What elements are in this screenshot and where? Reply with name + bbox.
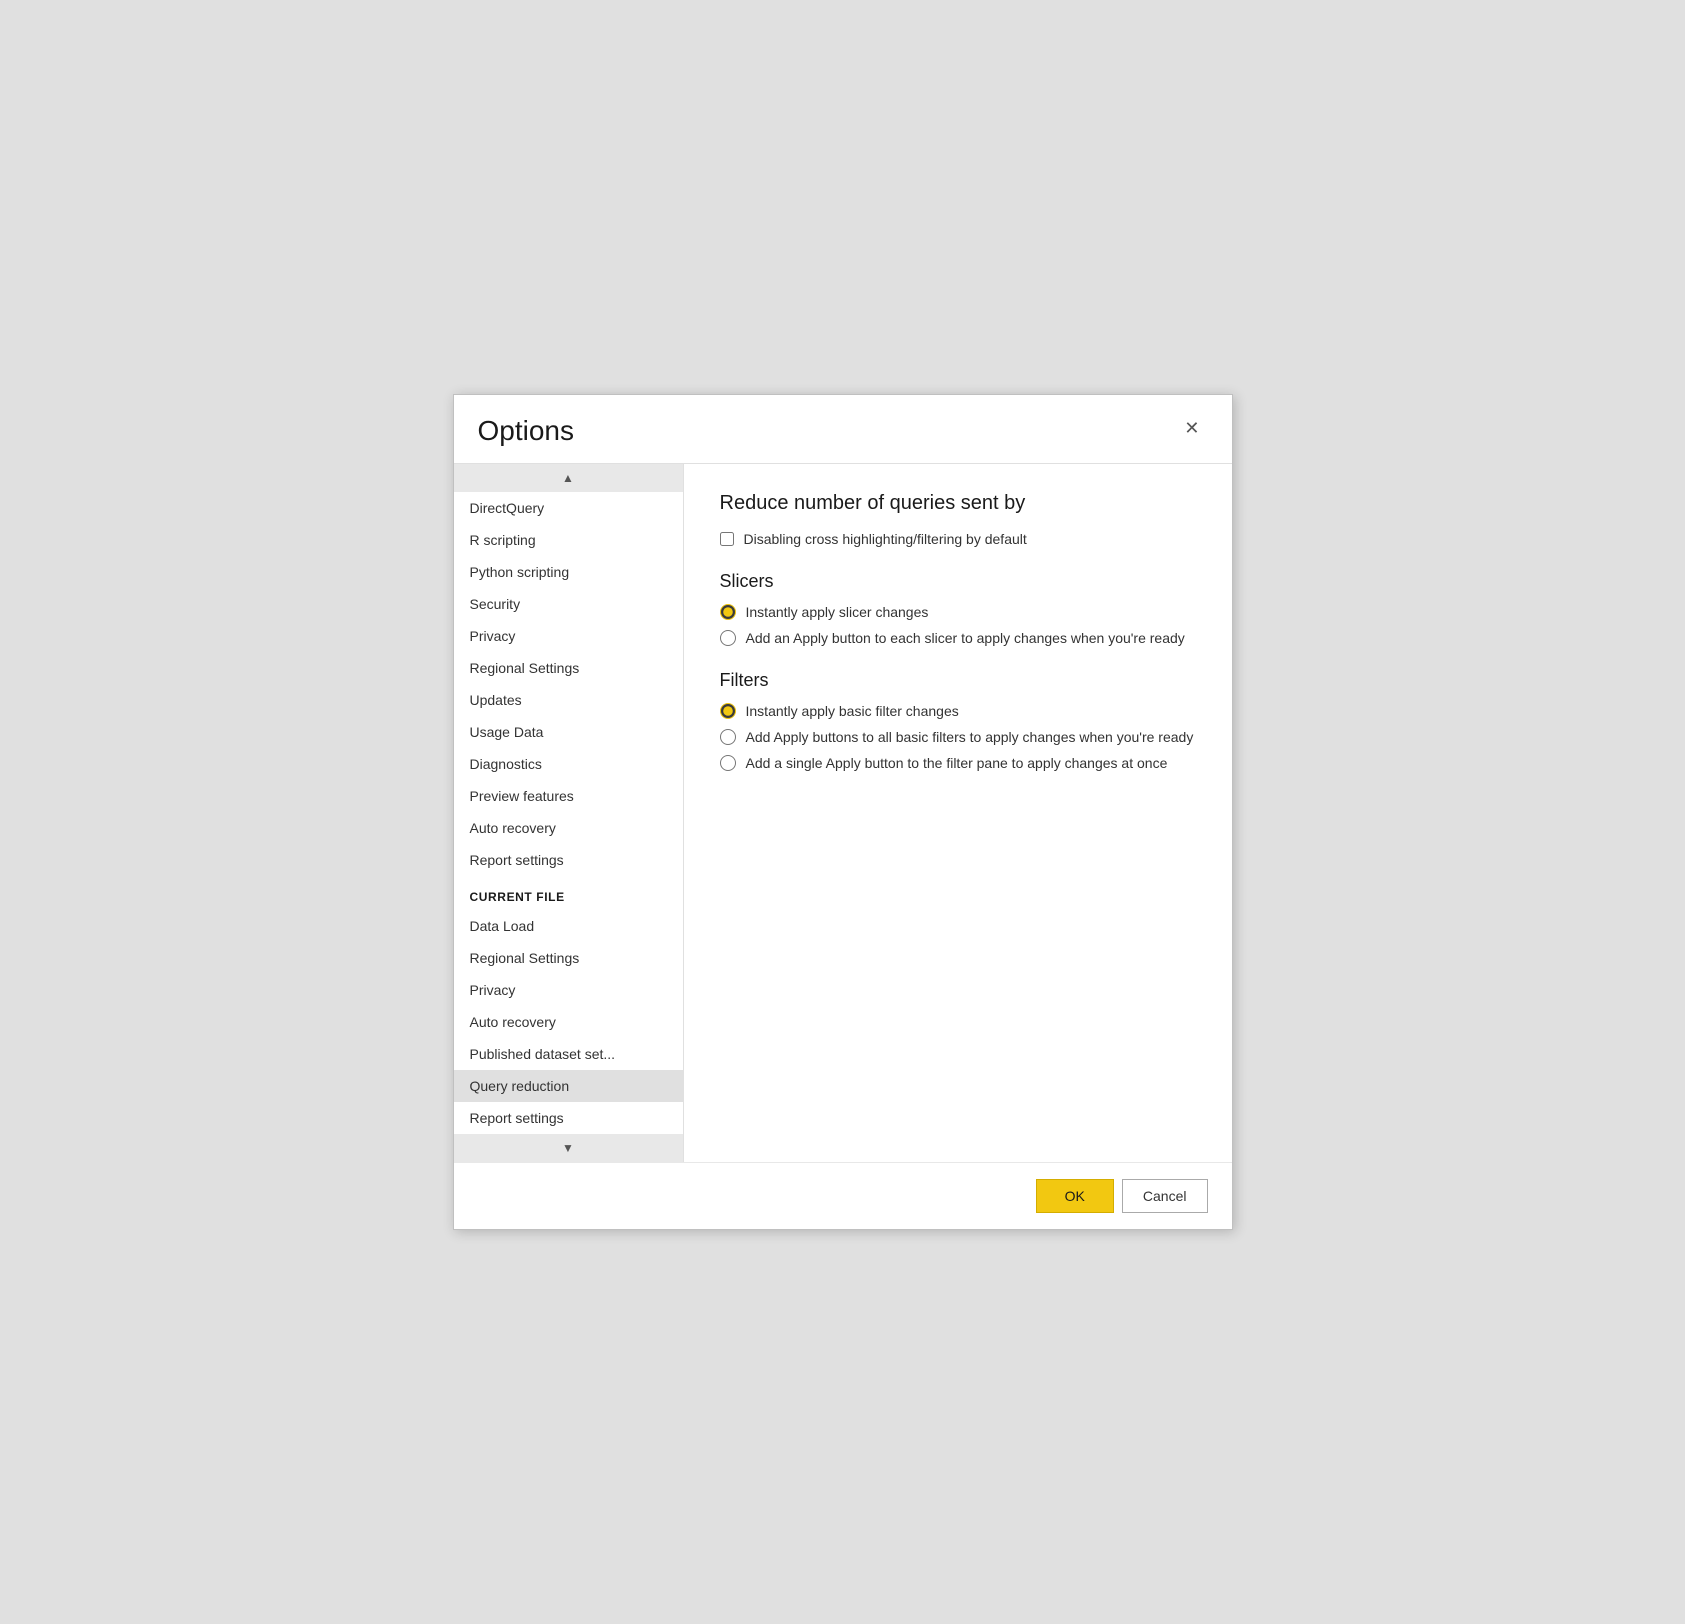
filter-single-apply-radio[interactable] bbox=[720, 755, 736, 771]
slicer-option-2-row: Add an Apply button to each slicer to ap… bbox=[720, 630, 1196, 646]
dialog-footer: OK Cancel bbox=[454, 1162, 1232, 1229]
sidebar-item-r-scripting[interactable]: R scripting bbox=[454, 524, 683, 556]
sidebar-item-python-scripting[interactable]: Python scripting bbox=[454, 556, 683, 588]
slicers-title: Slicers bbox=[720, 571, 1196, 592]
sidebar-item-privacy-cf[interactable]: Privacy bbox=[454, 974, 683, 1006]
cancel-button[interactable]: Cancel bbox=[1122, 1179, 1208, 1213]
filter-instantly-radio[interactable] bbox=[720, 703, 736, 719]
sidebar-item-diagnostics[interactable]: Diagnostics bbox=[454, 748, 683, 780]
slicer-apply-btn-label[interactable]: Add an Apply button to each slicer to ap… bbox=[746, 630, 1185, 646]
close-button[interactable]: ✕ bbox=[1176, 415, 1207, 441]
slicer-apply-btn-radio[interactable] bbox=[720, 630, 736, 646]
filter-option-1-row: Instantly apply basic filter changes bbox=[720, 703, 1196, 719]
sidebar-item-updates[interactable]: Updates bbox=[454, 684, 683, 716]
sidebar-item-auto-recovery[interactable]: Auto recovery bbox=[454, 812, 683, 844]
scroll-down-button[interactable]: ▼ bbox=[454, 1134, 683, 1162]
slicer-option-1-row: Instantly apply slicer changes bbox=[720, 604, 1196, 620]
sidebar-item-report-settings[interactable]: Report settings bbox=[454, 844, 683, 876]
sidebar-item-usage-data[interactable]: Usage Data bbox=[454, 716, 683, 748]
current-file-header: CURRENT FILE bbox=[454, 876, 683, 910]
cross-highlight-checkbox[interactable] bbox=[720, 532, 734, 546]
slicer-instantly-radio[interactable] bbox=[720, 604, 736, 620]
filter-apply-all-label[interactable]: Add Apply buttons to all basic filters t… bbox=[746, 729, 1194, 745]
main-section-title: Reduce number of queries sent by bbox=[720, 492, 1196, 515]
sidebar-item-report-settings-cf[interactable]: Report settings bbox=[454, 1102, 683, 1134]
filter-option-3-row: Add a single Apply button to the filter … bbox=[720, 755, 1196, 771]
dialog-body: ▲ DirectQueryR scriptingPython scripting… bbox=[454, 463, 1232, 1162]
sidebar-item-security[interactable]: Security bbox=[454, 588, 683, 620]
sidebar-item-directquery[interactable]: DirectQuery bbox=[454, 492, 683, 524]
sidebar-item-query-reduction[interactable]: Query reduction bbox=[454, 1070, 683, 1102]
filter-instantly-label[interactable]: Instantly apply basic filter changes bbox=[746, 703, 959, 719]
scroll-up-button[interactable]: ▲ bbox=[454, 464, 683, 492]
filter-option-2-row: Add Apply buttons to all basic filters t… bbox=[720, 729, 1196, 745]
dialog-title: Options bbox=[478, 415, 575, 447]
filter-single-apply-label[interactable]: Add a single Apply button to the filter … bbox=[746, 755, 1168, 771]
sidebar-item-data-load[interactable]: Data Load bbox=[454, 910, 683, 942]
sidebar-item-preview-features[interactable]: Preview features bbox=[454, 780, 683, 812]
sidebar-scroll: DirectQueryR scriptingPython scriptingSe… bbox=[454, 492, 683, 1134]
sidebar: ▲ DirectQueryR scriptingPython scripting… bbox=[454, 464, 684, 1162]
sidebar-item-regional-settings[interactable]: Regional Settings bbox=[454, 652, 683, 684]
filter-apply-all-radio[interactable] bbox=[720, 729, 736, 745]
ok-button[interactable]: OK bbox=[1036, 1179, 1114, 1213]
cross-highlight-row: Disabling cross highlighting/filtering b… bbox=[720, 531, 1196, 547]
sidebar-item-auto-recovery-cf[interactable]: Auto recovery bbox=[454, 1006, 683, 1038]
dialog-header: Options ✕ bbox=[454, 395, 1232, 455]
cross-highlight-label[interactable]: Disabling cross highlighting/filtering b… bbox=[744, 531, 1027, 547]
sidebar-item-regional-settings-cf[interactable]: Regional Settings bbox=[454, 942, 683, 974]
sidebar-item-privacy[interactable]: Privacy bbox=[454, 620, 683, 652]
slicer-instantly-label[interactable]: Instantly apply slicer changes bbox=[746, 604, 929, 620]
sidebar-item-published-dataset[interactable]: Published dataset set... bbox=[454, 1038, 683, 1070]
filters-title: Filters bbox=[720, 670, 1196, 691]
content-area: Reduce number of queries sent by Disabli… bbox=[684, 464, 1232, 1162]
options-dialog: Options ✕ ▲ DirectQueryR scriptingPython… bbox=[453, 394, 1233, 1230]
